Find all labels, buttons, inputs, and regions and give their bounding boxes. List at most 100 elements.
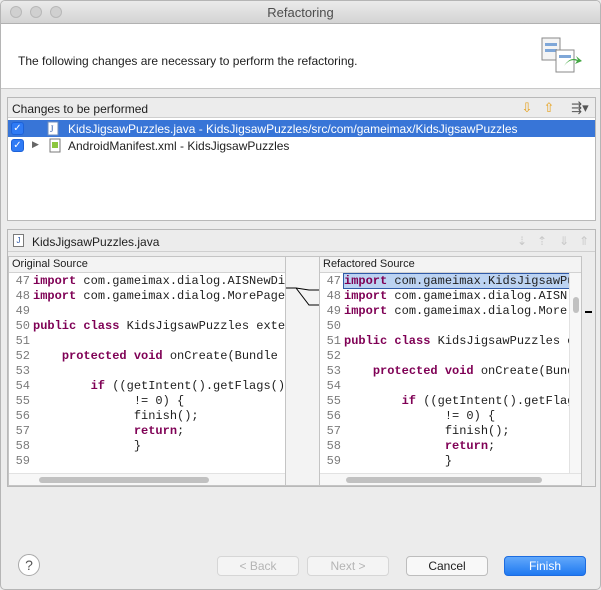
java-file-icon: J: [13, 234, 24, 247]
java-file-icon: J: [47, 121, 59, 136]
line-number: 55: [15, 394, 30, 408]
line-number: 50: [326, 319, 341, 333]
changes-header: Changes to be performed ⇩ ⇧ ⇶▾: [8, 98, 595, 118]
finish-button[interactable]: Finish: [504, 556, 586, 576]
original-source-label: Original Source: [9, 257, 285, 273]
line-number: 47: [15, 274, 30, 288]
help-button[interactable]: ?: [18, 554, 40, 576]
title-bar[interactable]: Refactoring: [1, 1, 600, 24]
code-line: 59: [9, 454, 33, 469]
change-item-label: AndroidManifest.xml - KidsJigsawPuzzles: [68, 139, 290, 153]
code-line: 47 import com.gameimax.KidsJigsawPu: [320, 273, 576, 289]
line-number: 55: [326, 394, 341, 408]
line-number: 54: [15, 379, 30, 393]
filter-changes-dropdown-icon[interactable]: ⇶▾: [568, 100, 592, 116]
line-number: 52: [326, 349, 341, 363]
refactored-vertical-scrollbar[interactable]: [569, 273, 581, 473]
line-number: 59: [326, 454, 341, 468]
line-number: 56: [15, 409, 30, 423]
cancel-button[interactable]: Cancel: [406, 556, 488, 576]
code-text: finish();: [33, 409, 199, 423]
refactored-source-label: Refactored Source: [320, 257, 581, 273]
line-number: 59: [15, 454, 30, 468]
compare-header: J KidsJigsawPuzzles.java ⇣ ⇡ ⇓ ⇑: [8, 230, 595, 252]
code-text: import com.gameimax.dialog.AISNewDi: [33, 274, 286, 288]
code-text: import com.gameimax.dialog.MorePage: [33, 289, 286, 303]
code-text: return;: [133, 424, 185, 438]
code-text: protected void onCreate(Bund: [372, 364, 575, 378]
android-manifest-icon: [49, 138, 61, 153]
next-change-arrow-down-icon[interactable]: ⇩: [519, 100, 535, 116]
code-line: 58 return;: [320, 439, 496, 454]
next-difference-icon: ⇣: [516, 234, 528, 248]
code-line: 55 if ((getIntent().getFlag: [320, 394, 575, 409]
code-line: 49: [9, 304, 33, 319]
window-title: Refactoring: [267, 5, 334, 20]
code-line: 50 public class KidsJigsawPuzzles exter: [9, 319, 286, 334]
refactored-horizontal-scrollbar[interactable]: [320, 473, 581, 485]
refactored-vscroll-thumb[interactable]: [573, 297, 579, 313]
code-text: protected void onCreate(Bundle s: [61, 349, 286, 363]
code-line: 56 != 0) {: [320, 409, 496, 424]
diff-overview-ruler[interactable]: [582, 256, 596, 486]
change-item-label: KidsJigsawPuzzles.java - KidsJigsawPuzzl…: [68, 122, 518, 136]
back-button[interactable]: < Back: [217, 556, 299, 576]
code-text: import com.gameimax.KidsJigsawPu: [342, 273, 576, 289]
code-text: finish();: [344, 424, 510, 438]
line-number: 53: [326, 364, 341, 378]
change-item-checkbox[interactable]: ✓: [11, 122, 24, 135]
code-line: 54: [320, 379, 344, 394]
code-line: 52 protected void onCreate(Bundle s: [9, 349, 286, 364]
line-number: 53: [15, 364, 30, 378]
refactored-source-pane[interactable]: Refactored Source 47 import com.gameimax.…: [319, 256, 582, 486]
code-text: != 0) {: [33, 394, 185, 408]
line-number: 51: [326, 334, 341, 348]
expand-arrow-icon[interactable]: ▶: [32, 139, 39, 150]
diff-connector-gutter: [286, 256, 319, 486]
refactored-scroll-thumb[interactable]: [346, 477, 542, 483]
wizard-header: The following changes are necessary to p…: [1, 24, 600, 89]
code-line: 50: [320, 319, 344, 334]
code-line: 51: [9, 334, 33, 349]
code-text: != 0) {: [344, 409, 496, 423]
next-button[interactable]: Next >: [307, 556, 389, 576]
code-line: 55 != 0) {: [9, 394, 185, 409]
original-scroll-thumb[interactable]: [39, 477, 209, 483]
code-text: if ((getIntent().getFlags(): [90, 379, 286, 393]
line-number: 58: [326, 439, 341, 453]
code-line: 54 if ((getIntent().getFlags(): [9, 379, 285, 394]
code-line: 52: [320, 349, 344, 364]
change-item-manifest-file[interactable]: ✓ ▶ AndroidManifest.xml - KidsJigsawPuzz…: [8, 137, 595, 154]
code-text: public class KidsJigsawPuzzles exter: [33, 319, 286, 333]
original-horizontal-scrollbar[interactable]: [9, 473, 285, 485]
compare-file-title: KidsJigsawPuzzles.java: [32, 235, 160, 249]
code-line: 58 }: [9, 439, 141, 454]
original-source-pane[interactable]: Original Source 47 import com.gameimax.di…: [8, 256, 286, 486]
code-text: public class KidsJigsawPuzzles e: [344, 334, 575, 348]
code-text: }: [33, 439, 142, 453]
code-text: return;: [444, 439, 496, 453]
change-item-java-file[interactable]: ✓ J KidsJigsawPuzzles.java - KidsJigsawP…: [8, 120, 595, 137]
change-item-checkbox[interactable]: ✓: [11, 139, 24, 152]
previous-change-arrow-up-icon[interactable]: ⇧: [541, 100, 557, 116]
code-line: 48 import com.gameimax.dialog.AISN: [320, 289, 568, 304]
code-line: 57 finish();: [320, 424, 510, 439]
code-text: import com.gameimax.dialog.More: [344, 304, 568, 318]
previous-change-icon: ⇑: [578, 234, 590, 248]
code-line: 47 import com.gameimax.dialog.AISNewDi: [9, 274, 285, 289]
line-number: 51: [15, 334, 30, 348]
code-line: 59 }: [320, 454, 452, 469]
code-line: 51 public class KidsJigsawPuzzles e: [320, 334, 575, 349]
refactoring-wizard-icon: [541, 37, 582, 73]
code-line: 49 import com.gameimax.dialog.More: [320, 304, 568, 319]
line-number: 49: [326, 304, 341, 318]
line-number: 49: [15, 304, 30, 318]
code-line: 56 finish();: [9, 409, 199, 424]
line-number: 57: [15, 424, 30, 438]
previous-difference-icon: ⇡: [536, 234, 548, 248]
line-number: 58: [15, 439, 30, 453]
diff-overview-marker[interactable]: [585, 311, 592, 313]
line-number: 52: [15, 349, 30, 363]
svg-text:J: J: [50, 124, 54, 134]
code-text: }: [344, 454, 453, 468]
